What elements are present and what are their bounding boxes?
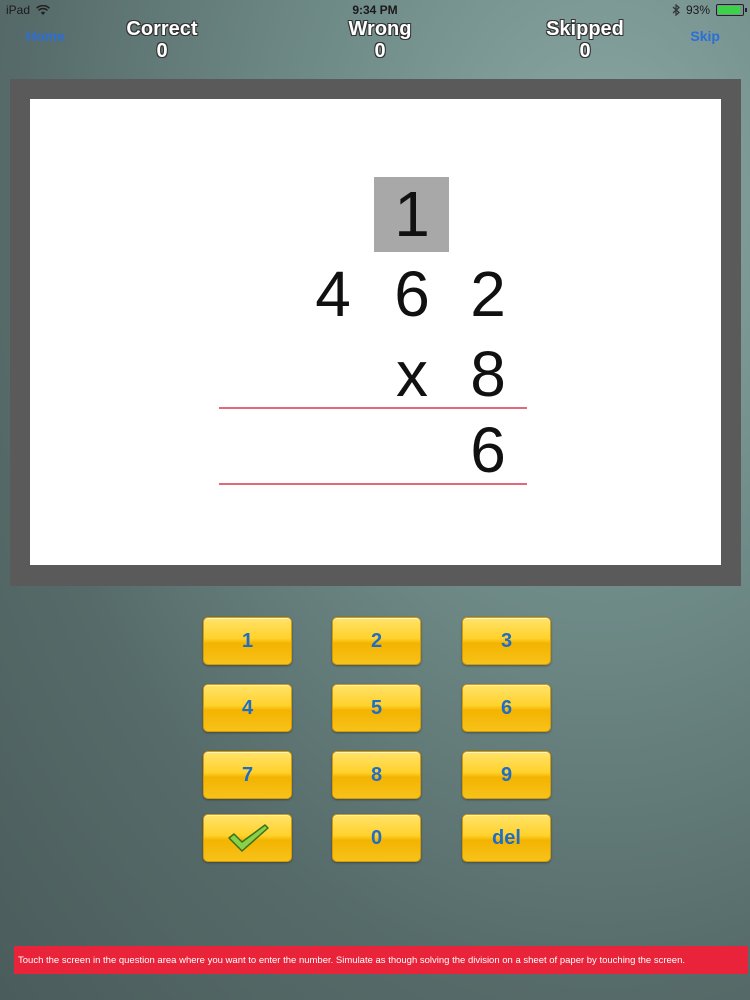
- battery-icon: [716, 4, 747, 16]
- correct-counter: Correct 0: [120, 18, 204, 61]
- skipped-counter: Skipped 0: [540, 18, 630, 61]
- key-6[interactable]: 6: [462, 684, 551, 732]
- key-4[interactable]: 4: [203, 684, 292, 732]
- answer-digit-ones[interactable]: 6: [458, 413, 518, 487]
- delete-button[interactable]: del: [462, 814, 551, 862]
- clock: 9:34 PM: [352, 3, 398, 17]
- key-9[interactable]: 9: [462, 751, 551, 799]
- key-2[interactable]: 2: [332, 617, 421, 665]
- multiplicand-digit-ones: 2: [470, 258, 506, 330]
- operator-sign: x: [396, 338, 428, 410]
- carry-digit: 1: [394, 178, 430, 250]
- bottom-answer-line: [219, 483, 527, 485]
- multiplicand-digit-tens: 6: [394, 258, 430, 330]
- check-icon: [227, 824, 269, 852]
- battery-percent: 93%: [685, 3, 710, 17]
- key-8[interactable]: 8: [332, 751, 421, 799]
- wrong-counter: Wrong 0: [340, 18, 420, 61]
- skipped-label: Skipped: [546, 18, 624, 40]
- key-3[interactable]: 3: [462, 617, 551, 665]
- wrong-label: Wrong: [348, 18, 412, 40]
- key-7[interactable]: 7: [203, 751, 292, 799]
- multiplier-digit: 8: [470, 338, 506, 410]
- correct-value: 0: [156, 40, 168, 62]
- correct-label: Correct: [126, 18, 198, 40]
- status-bar: iPad 9:34 PM 93%: [0, 0, 750, 20]
- top-answer-line: [219, 407, 527, 409]
- submit-check-button[interactable]: [203, 814, 292, 862]
- skip-button[interactable]: Skip: [690, 28, 720, 44]
- multiplicand-digit-hundreds: 4: [315, 258, 351, 330]
- key-0[interactable]: 0: [332, 814, 421, 862]
- skipped-value: 0: [579, 40, 591, 62]
- question-frame: 1 4 6 2 x 8 6: [10, 79, 741, 586]
- question-area[interactable]: 1 4 6 2 x 8 6: [30, 99, 721, 565]
- home-button[interactable]: Home: [26, 28, 65, 44]
- instruction-banner: Touch the screen in the question area wh…: [14, 946, 748, 974]
- key-5[interactable]: 5: [332, 684, 421, 732]
- key-1[interactable]: 1: [203, 617, 292, 665]
- battery-level: [718, 6, 740, 14]
- wrong-value: 0: [374, 40, 386, 62]
- bluetooth-icon: [672, 4, 680, 16]
